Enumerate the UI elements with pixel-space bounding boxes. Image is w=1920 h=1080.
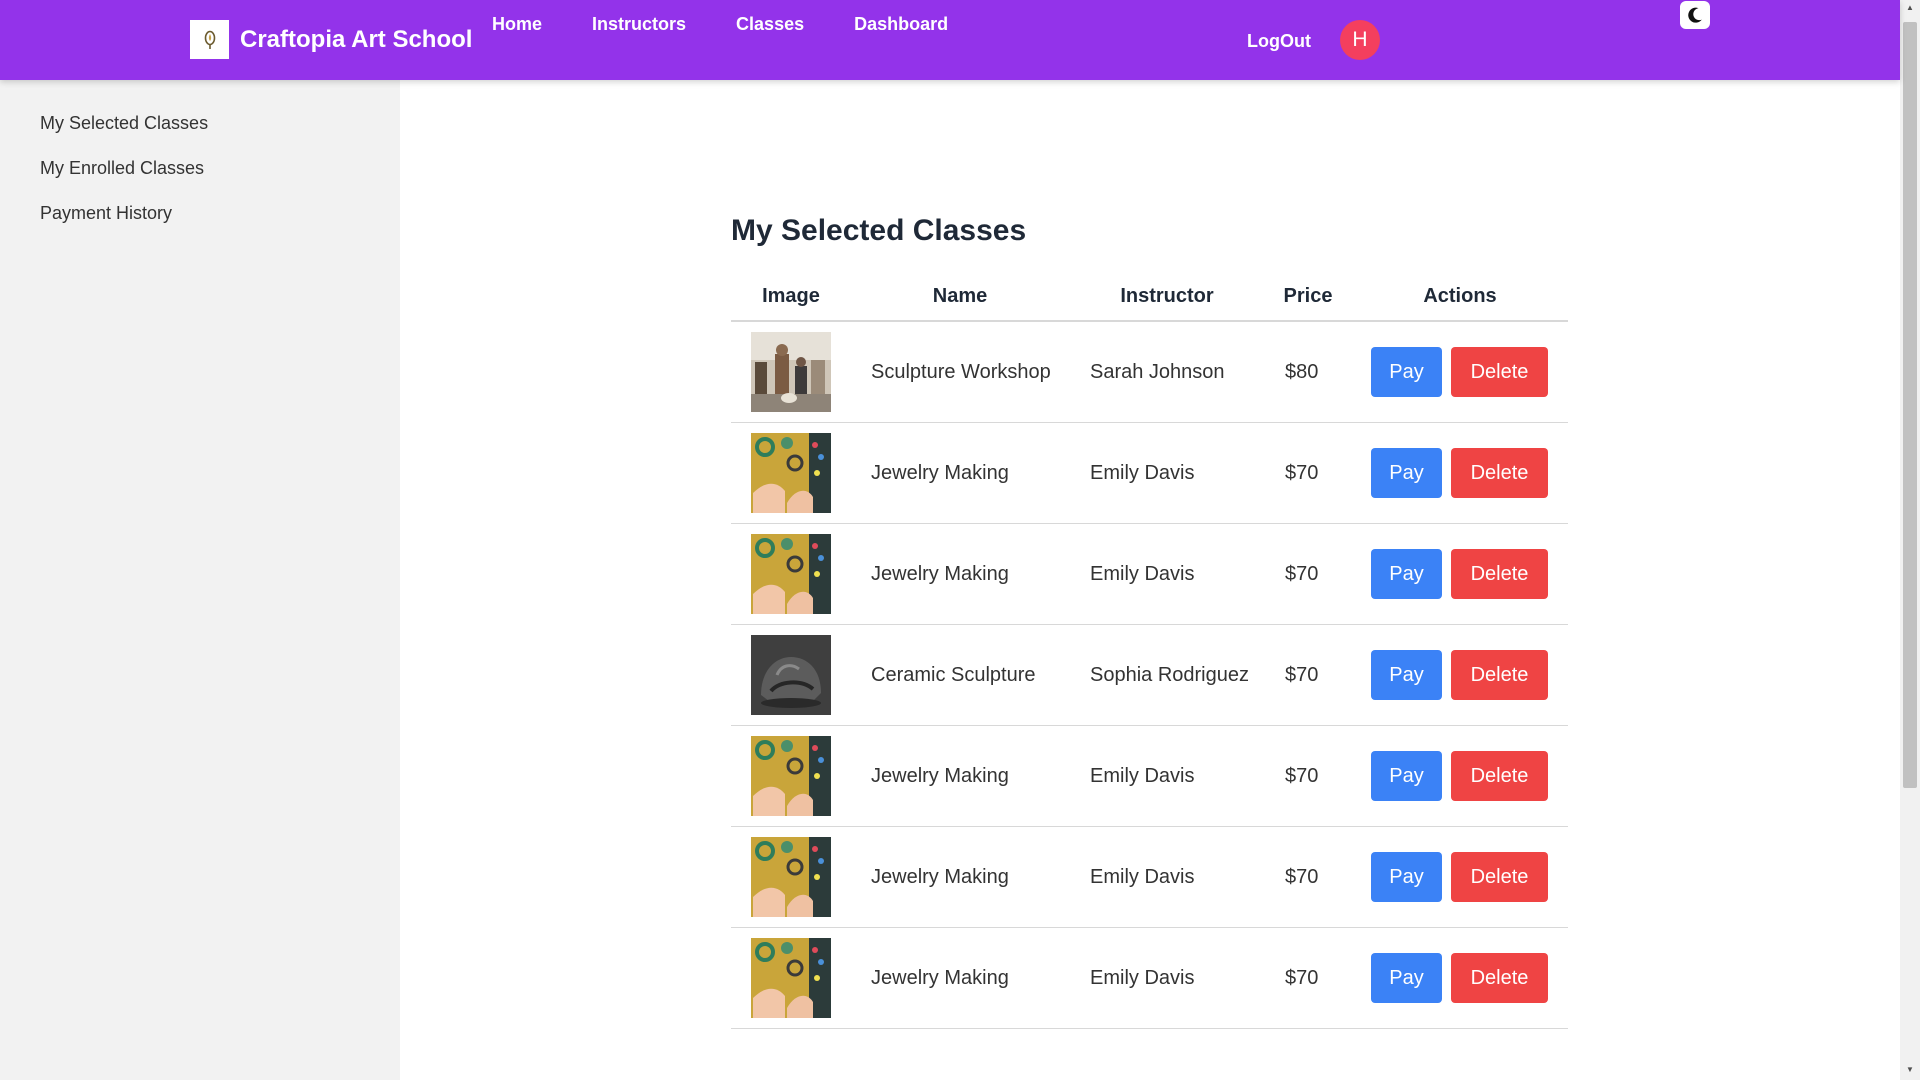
column-header-actions: Actions — [1423, 285, 1497, 307]
class-image — [751, 837, 831, 917]
class-price: $70 — [1285, 563, 1319, 585]
brand[interactable]: Craftopia Art School — [190, 20, 472, 59]
sidebar: My Selected Classes My Enrolled Classes … — [0, 80, 400, 1080]
class-price: $70 — [1285, 765, 1319, 787]
class-image — [751, 534, 831, 614]
table-row: Jewelry Making Emily Davis $70 Pay Delete — [731, 726, 1568, 827]
delete-button[interactable]: Delete — [1451, 347, 1548, 397]
pay-button[interactable]: Pay — [1371, 953, 1442, 1003]
scroll-up-icon[interactable]: ▲ — [1905, 4, 1915, 12]
class-name: Sculpture Workshop — [871, 361, 1051, 383]
class-instructor: Emily Davis — [1090, 765, 1195, 787]
nav-dashboard[interactable]: Dashboard — [854, 14, 948, 35]
nav-home[interactable]: Home — [492, 14, 542, 35]
main-nav: Home Instructors Classes Dashboard — [492, 14, 998, 35]
delete-button[interactable]: Delete — [1451, 549, 1548, 599]
scroll-down-icon[interactable]: ▼ — [1905, 1066, 1915, 1074]
delete-button[interactable]: Delete — [1451, 852, 1548, 902]
class-price: $80 — [1285, 361, 1319, 383]
page-scrollbar[interactable]: ▲ ▼ — [1900, 0, 1920, 1080]
table-row: Jewelry Making Emily Davis $70 Pay Delete — [731, 827, 1568, 928]
class-instructor: Emily Davis — [1090, 967, 1195, 989]
table-body: Sculpture Workshop Sarah Johnson $80 Pay Del… — [731, 322, 1568, 1029]
pay-button[interactable]: Pay — [1371, 448, 1442, 498]
class-price: $70 — [1285, 664, 1319, 686]
class-instructor: Sophia Rodriguez — [1090, 664, 1249, 686]
top-navbar: Craftopia Art School Home Instructors Cl… — [0, 0, 1900, 80]
sidebar-item-enrolled-classes[interactable]: My Enrolled Classes — [40, 158, 204, 179]
class-name: Jewelry Making — [871, 967, 1009, 989]
pay-button[interactable]: Pay — [1371, 852, 1442, 902]
page-title: My Selected Classes — [731, 214, 1027, 247]
class-instructor: Sarah Johnson — [1090, 361, 1225, 383]
column-header-instructor: Instructor — [1120, 285, 1214, 307]
delete-button[interactable]: Delete — [1451, 751, 1548, 801]
class-image — [751, 635, 831, 715]
class-price: $70 — [1285, 866, 1319, 888]
theme-toggle-button[interactable] — [1680, 1, 1710, 29]
class-name: Jewelry Making — [871, 866, 1009, 888]
table-row: Sculpture Workshop Sarah Johnson $80 Pay Del… — [731, 322, 1568, 423]
scrollbar-thumb[interactable] — [1903, 22, 1917, 788]
nav-instructors[interactable]: Instructors — [592, 14, 686, 35]
sidebar-item-payment-history[interactable]: Payment History — [40, 203, 172, 224]
pay-button[interactable]: Pay — [1371, 549, 1442, 599]
class-instructor: Emily Davis — [1090, 462, 1195, 484]
delete-button[interactable]: Delete — [1451, 953, 1548, 1003]
table-row: Ceramic Sculpture Sophia Rodriguez $70 Pay D… — [731, 625, 1568, 726]
column-header-image: Image — [762, 285, 820, 307]
table-row: Jewelry Making Emily Davis $70 Pay Delete — [731, 423, 1568, 524]
logout-button[interactable]: LogOut — [1247, 31, 1311, 52]
table-row: Jewelry Making Emily Davis $70 Pay Delete — [731, 928, 1568, 1029]
column-header-price: Price — [1283, 285, 1333, 307]
pay-button[interactable]: Pay — [1371, 347, 1442, 397]
class-name: Jewelry Making — [871, 563, 1009, 585]
class-price: $70 — [1285, 462, 1319, 484]
brand-name: Craftopia Art School — [240, 25, 473, 53]
sidebar-item-selected-classes[interactable]: My Selected Classes — [40, 113, 208, 134]
class-price: $70 — [1285, 967, 1319, 989]
class-name: Jewelry Making — [871, 462, 1009, 484]
moon-icon — [1688, 7, 1702, 23]
paintbrush-logo-icon — [190, 20, 229, 59]
class-image — [751, 938, 831, 1018]
avatar[interactable]: H — [1340, 20, 1380, 60]
class-image — [751, 332, 831, 412]
class-name: Ceramic Sculpture — [871, 664, 1036, 686]
class-image — [751, 736, 831, 816]
delete-button[interactable]: Delete — [1451, 650, 1548, 700]
column-header-name: Name — [932, 285, 988, 307]
table-row: Jewelry Making Emily Davis $70 Pay Delete — [731, 524, 1568, 625]
class-image — [751, 433, 831, 513]
class-instructor: Emily Davis — [1090, 866, 1195, 888]
table-header: Image Name Instructor Price Actions — [731, 274, 1568, 322]
pay-button[interactable]: Pay — [1371, 751, 1442, 801]
selected-classes-table: Image Name Instructor Price Actions Scul… — [731, 274, 1568, 1029]
pay-button[interactable]: Pay — [1371, 650, 1442, 700]
class-instructor: Emily Davis — [1090, 563, 1195, 585]
delete-button[interactable]: Delete — [1451, 448, 1548, 498]
avatar-initial: H — [1352, 28, 1368, 51]
nav-classes[interactable]: Classes — [736, 14, 804, 35]
class-name: Jewelry Making — [871, 765, 1009, 787]
